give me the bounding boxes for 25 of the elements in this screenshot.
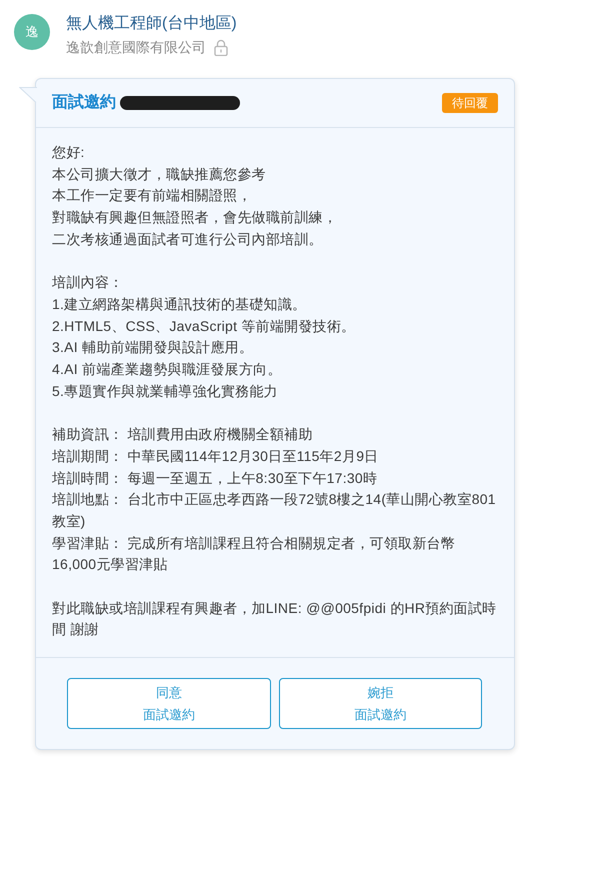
- decline-button[interactable]: 婉拒 面試邀約: [278, 678, 482, 730]
- message-line: 對此職缺或培訓課程有興趣者，加LINE: @@005fpidi 的HR預約面試時間 謝謝: [52, 598, 498, 640]
- message-line: 本公司擴大徵才，職缺推薦您參考: [52, 164, 267, 184]
- company-name: 逸歆創意國際有限公司: [66, 38, 206, 56]
- lock-icon: [214, 38, 228, 56]
- message-line: 對職缺有興趣但無證照者，會先做職前訓練，: [52, 208, 338, 228]
- message-line: 您好:: [52, 143, 86, 162]
- message-line: 1.建立網路架構與通訊技術的基礎知識。: [52, 294, 308, 314]
- company-avatar: 逸: [14, 14, 50, 50]
- message-line: 5.專題實作與就業輔導強化實務能力: [52, 382, 279, 401]
- message-line: 二次考核通過面試者可進行公司內部培訓。: [52, 230, 324, 249]
- message-line: 培訓地點： 台北市中正區忠孝西路一段72號8樓之14(華山開心教室801教室): [52, 490, 497, 531]
- message-line: 本工作一定要有前端相關證照，: [52, 186, 252, 206]
- message-line: 4.AI 前端產業趨勢與職涯發展方向。: [52, 360, 283, 380]
- card-title: 面試邀約: [52, 92, 116, 113]
- message-line: 3.AI 輔助前端開發與設計應用。: [52, 338, 254, 358]
- message-line: 培訓時間： 每週一至週五，上午8:30至下午17:30時: [52, 468, 378, 488]
- message-line: 2.HTML5、CSS、JavaScript 等前端開發技術。: [52, 316, 356, 336]
- job-title: 無人機工程師(台中地區): [66, 14, 237, 34]
- message-line: 補助資訊： 培訓費用由政府機關全額補助: [52, 425, 314, 444]
- accept-button[interactable]: 同意 面試邀約: [67, 678, 270, 730]
- message-line: 培訓內容：: [52, 273, 124, 292]
- message-line: 培訓期間： 中華民國114年12月30日至115年2月9日: [52, 446, 380, 466]
- status-badge: 待回覆: [442, 93, 498, 113]
- message-line: 學習津貼： 完成所有培訓課程且符合相關規定者，可領取新台幣16,000元學習津貼: [52, 534, 456, 574]
